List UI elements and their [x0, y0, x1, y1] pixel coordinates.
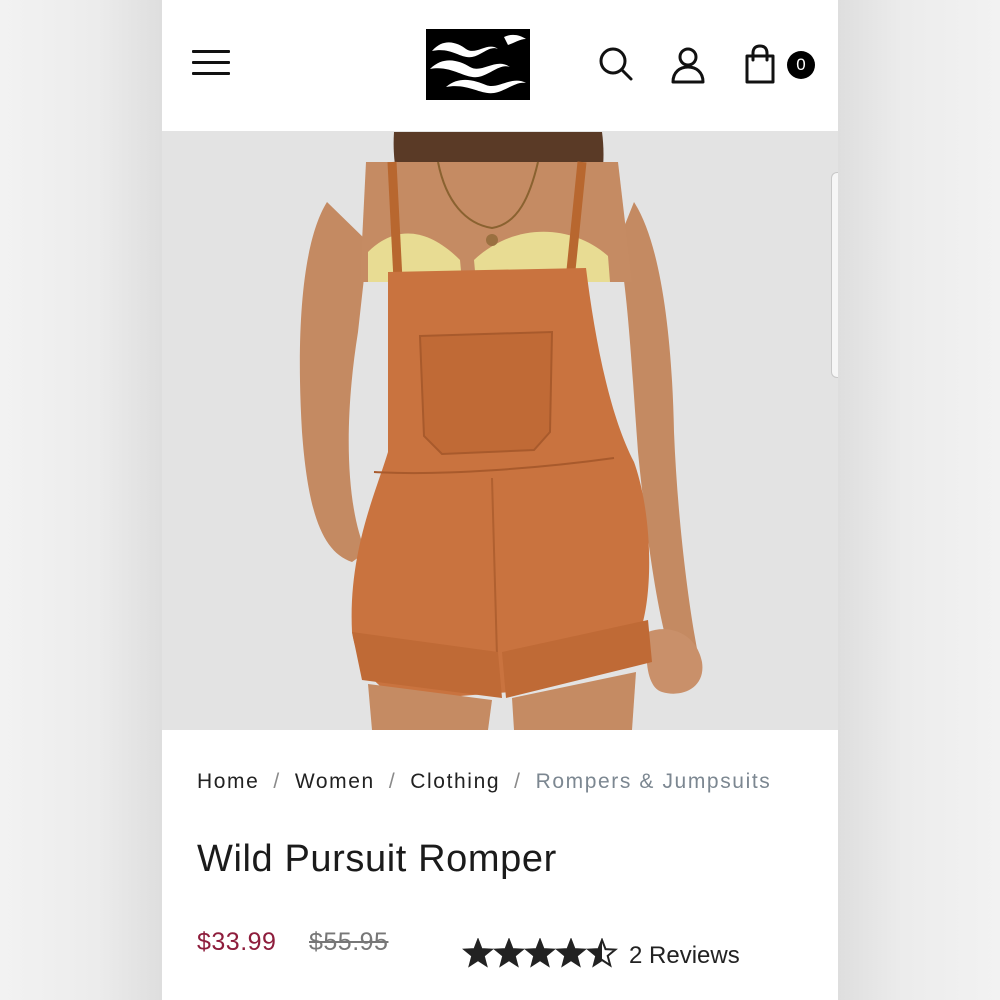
- rating-stars[interactable]: [462, 938, 622, 970]
- sale-price: $33.99: [197, 928, 277, 956]
- rating-star: [462, 938, 494, 968]
- reviews-link[interactable]: 2 Reviews: [629, 942, 740, 970]
- breadcrumb-separator: /: [388, 770, 397, 793]
- breadcrumb-current: Rompers & Jumpsuits: [535, 770, 772, 793]
- brand-logo[interactable]: [426, 29, 530, 100]
- scroll-handle[interactable]: [831, 172, 838, 378]
- breadcrumb-clothing[interactable]: Clothing: [410, 770, 500, 793]
- rating-star: [493, 938, 525, 968]
- user-icon[interactable]: [670, 46, 706, 84]
- cart-count-badge[interactable]: 0: [787, 51, 815, 79]
- original-price: $55.95: [309, 928, 389, 956]
- menu-icon[interactable]: [192, 50, 230, 80]
- breadcrumb-separator: /: [273, 770, 281, 793]
- rating-star: [555, 938, 587, 968]
- breadcrumb: Home / Women / Clothing / Rompers & Jumpsuits: [197, 770, 771, 794]
- site-header: 0: [162, 0, 838, 132]
- product-image[interactable]: [162, 132, 838, 730]
- product-title: Wild Pursuit Romper: [197, 838, 557, 880]
- search-icon[interactable]: [598, 46, 634, 82]
- shopping-bag-icon[interactable]: [742, 44, 778, 84]
- background-right: [838, 0, 1000, 1000]
- breadcrumb-home[interactable]: Home: [197, 770, 259, 793]
- breadcrumb-separator: /: [514, 770, 522, 793]
- background-left: [0, 0, 162, 1000]
- mobile-page: 0 Home / Women / Clothing / Rompers & Ju…: [162, 0, 838, 1000]
- breadcrumb-women[interactable]: Women: [295, 770, 375, 793]
- rating-star: [524, 938, 556, 968]
